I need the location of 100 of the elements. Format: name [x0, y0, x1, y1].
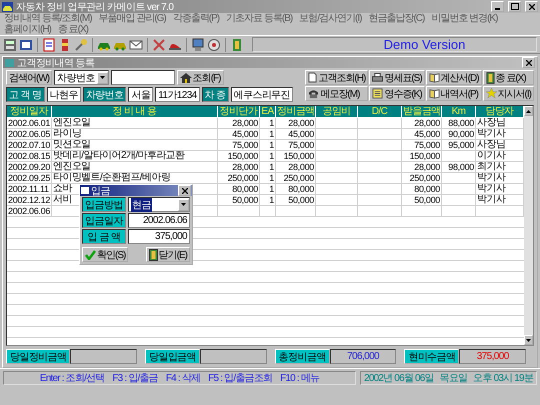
close-icon [526, 60, 532, 66]
table-cell: 2002.08.15 [7, 151, 52, 162]
close-button[interactable] [522, 57, 535, 68]
car-model-field[interactable]: 에쿠스리무진 [230, 87, 294, 102]
table-cell [316, 162, 358, 173]
table-cell: 2002.09.20 [7, 162, 52, 173]
minimize-button[interactable] [491, 1, 504, 12]
search-keyword-button[interactable]: 검색어(W) [6, 70, 52, 85]
action-button[interactable]: 종 료(X) [482, 70, 534, 85]
close-dialog-button[interactable]: 닫기(E) [146, 247, 190, 262]
wrench-icon[interactable] [74, 38, 88, 52]
table-cell: 2002.06.01 [7, 118, 52, 129]
column-header[interactable]: 정비금액 [276, 106, 316, 118]
table-cell [316, 129, 358, 140]
column-header[interactable]: 공임비 [316, 106, 358, 118]
star-icon [486, 88, 497, 99]
table-cell: 1 [260, 162, 276, 173]
column-header[interactable]: EA [260, 106, 276, 118]
field-label: 입금일자 [82, 213, 126, 228]
computer-icon[interactable] [191, 38, 205, 52]
total-value-field [70, 349, 138, 364]
column-header[interactable]: 받을금액 [402, 106, 442, 118]
menu-item[interactable]: 정비내역 등록/조회(M) [4, 13, 92, 24]
menu-item[interactable]: 기초자료 등록(B) [226, 13, 292, 24]
field-label: 입금방법 [82, 197, 126, 212]
up-arrow-icon [526, 110, 531, 112]
column-header[interactable]: 정비일자 [7, 106, 52, 118]
menu-item[interactable]: 종 료(X) [58, 24, 88, 35]
input-field[interactable]: 2002.06.06 [128, 213, 190, 228]
menu-item[interactable]: 비밀번호 변경(K) [431, 13, 498, 24]
child-window-title: 고객정비내역 등록 [17, 56, 94, 70]
window-title: 자동차 정비 업무관리 카메이트 ver 7.0 [16, 0, 174, 14]
table-cell: 1 [260, 195, 276, 206]
close-button[interactable] [525, 1, 538, 12]
action-button[interactable]: 명세표(S) [369, 70, 425, 85]
close-button[interactable] [178, 185, 191, 196]
table-cell: 28,000 [276, 162, 316, 173]
table-cell [358, 140, 402, 151]
customer-name-field[interactable]: 나현우 [46, 87, 81, 102]
table-cell: 80,000 [276, 184, 316, 195]
calculator-icon[interactable] [3, 38, 17, 52]
table-cell: 1 [260, 151, 276, 162]
window-icon[interactable] [19, 38, 33, 52]
table-cell [358, 184, 402, 195]
confirm-button[interactable]: 확인(S) [82, 247, 128, 262]
region-field[interactable]: 서울 [128, 87, 154, 102]
payment-method-select[interactable]: 현금 [128, 197, 190, 212]
action-button[interactable]: 내역서(P) [426, 86, 482, 101]
check-icon [85, 250, 96, 260]
table-cell: 28,000 [218, 118, 260, 129]
action-button[interactable]: 지시서(I) [482, 86, 534, 101]
table-cell [316, 195, 358, 206]
maximize-button[interactable] [508, 1, 521, 12]
action-button[interactable]: 고객조회(H) [305, 70, 368, 85]
menu-item[interactable]: 현금출납장(C) [368, 13, 424, 24]
table-cell: 28,000 [402, 162, 442, 173]
table-cell: 1 [260, 184, 276, 195]
table-cell: 45,000 [218, 129, 260, 140]
table-cell: 88,000 [442, 118, 476, 129]
input-field[interactable]: 375,000 [128, 229, 190, 244]
column-header[interactable]: Km [442, 106, 476, 118]
table-cell [358, 195, 402, 206]
table-cell [358, 129, 402, 140]
search-type-select[interactable]: 차량번호 [54, 70, 109, 85]
search-field[interactable] [110, 70, 175, 85]
table-cell: 150,000 [402, 151, 442, 162]
phone-icon [308, 88, 320, 98]
table-cell [442, 195, 476, 206]
printer-icon [372, 72, 384, 82]
book-icon [428, 88, 440, 99]
action-button[interactable]: 영수증(K) [369, 86, 425, 101]
table-cell: 250,000 [276, 173, 316, 184]
column-header[interactable]: D/C [358, 106, 402, 118]
envelope-icon[interactable] [129, 38, 143, 52]
table-cell: 75,000 [402, 140, 442, 151]
column-header[interactable]: 정비단가 [218, 106, 260, 118]
menu-item[interactable]: 홈페이지(H) [4, 24, 51, 35]
table-cell: 75,000 [218, 140, 260, 151]
disk-icon[interactable] [207, 38, 221, 52]
document-icon[interactable] [42, 38, 56, 52]
menu-item[interactable]: 보험/검사연기(I) [299, 13, 362, 24]
demo-banner: Demo Version [252, 37, 537, 52]
table-cell: 2002.09.25 [7, 173, 52, 184]
table-cell [316, 184, 358, 195]
plate-label: 차량번호 [82, 87, 126, 102]
action-button[interactable]: 계산서(D) [426, 70, 482, 85]
plate-field[interactable]: 11가1234 [155, 87, 200, 102]
column-header[interactable]: 정 비 내 용 [52, 106, 218, 118]
scroll-down-button[interactable] [524, 335, 533, 345]
table-cell: 50,000 [402, 195, 442, 206]
action-button[interactable]: 메모장(M) [305, 86, 368, 101]
table-cell: 45,000 [276, 129, 316, 140]
table-cell [316, 151, 358, 162]
search-button[interactable]: 조회(F) [176, 70, 224, 85]
close-icon [182, 188, 188, 194]
column-header[interactable]: 담당자 [476, 106, 524, 118]
menu-item[interactable]: 각종출력(P) [172, 13, 220, 24]
dialog-title: 입금 [91, 184, 110, 198]
scroll-up-button[interactable] [524, 106, 533, 116]
menu-item[interactable]: 부품매입 관리(G) [98, 13, 166, 24]
